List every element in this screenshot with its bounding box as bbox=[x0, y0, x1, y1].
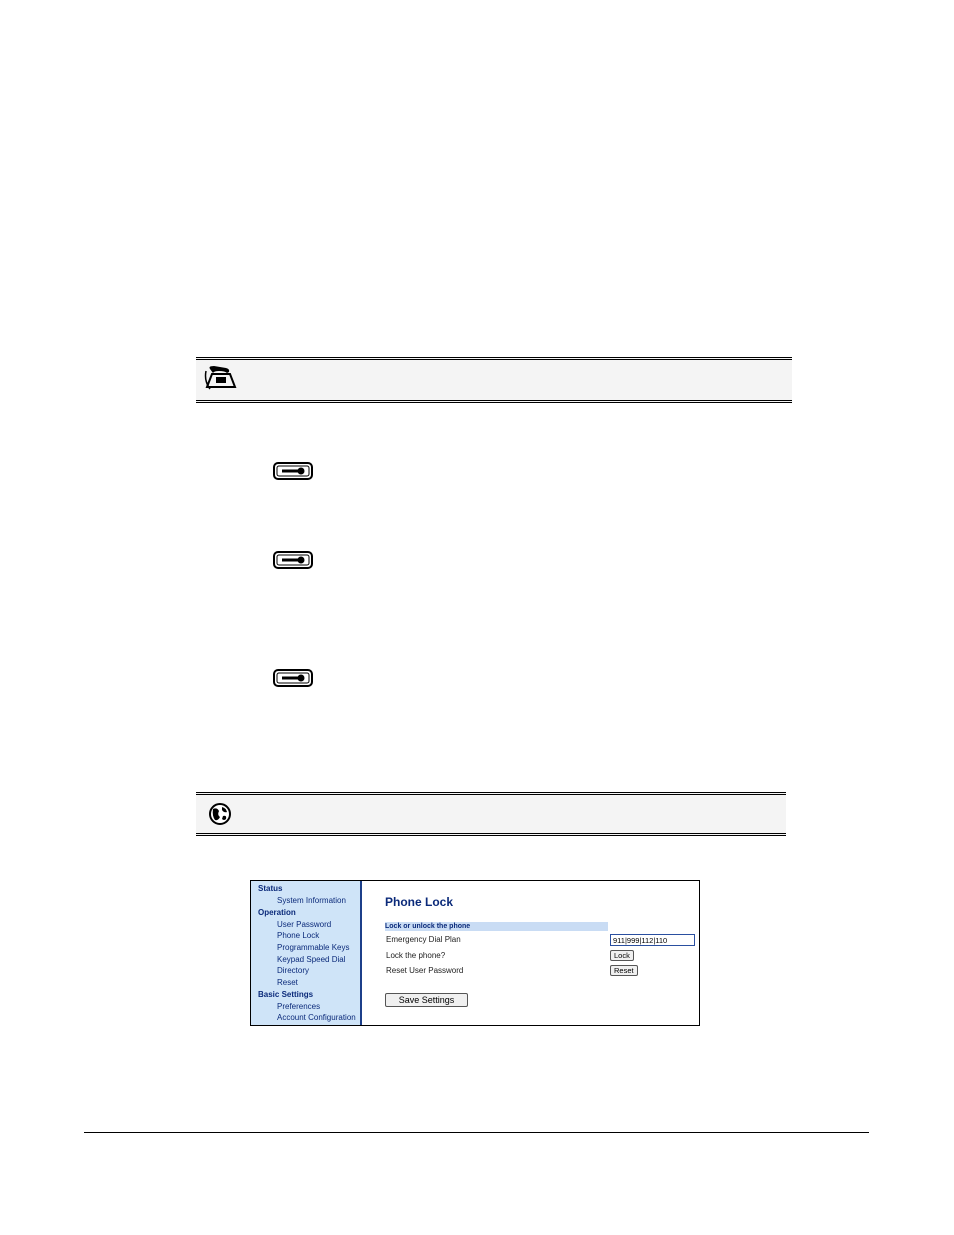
emergency-dial-plan-label: Emergency Dial Plan bbox=[386, 935, 461, 944]
nav-item-user-password[interactable]: User Password bbox=[277, 920, 331, 929]
phone-ui-header-bar bbox=[196, 357, 792, 403]
nav-item-system-information[interactable]: System Information bbox=[277, 896, 346, 905]
nav-item-account-configuration[interactable]: Account Configuration bbox=[277, 1013, 356, 1022]
lock-phone-label: Lock the phone? bbox=[386, 951, 446, 960]
globe-icon bbox=[209, 803, 231, 825]
web-ui-header-bar bbox=[196, 792, 786, 836]
nav-item-programmable-keys[interactable]: Programmable Keys bbox=[277, 943, 349, 952]
telephone-icon bbox=[204, 366, 237, 390]
lock-button[interactable]: Lock bbox=[610, 950, 634, 961]
web-ui-main-panel: Phone Lock Lock or unlock the phone Emer… bbox=[363, 881, 699, 1025]
save-settings-button[interactable]: Save Settings bbox=[385, 993, 468, 1007]
nav-item-directory[interactable]: Directory bbox=[277, 966, 309, 975]
options-key-icon bbox=[273, 669, 313, 687]
nav-item-preferences[interactable]: Preferences bbox=[277, 1002, 320, 1011]
reset-button[interactable]: Reset bbox=[610, 965, 638, 976]
options-key-icon bbox=[273, 462, 313, 480]
section-header: Lock or unlock the phone bbox=[385, 922, 608, 931]
footer-divider bbox=[84, 1132, 869, 1133]
web-ui-sidebar: Status System Information Operation User… bbox=[251, 881, 362, 1025]
options-key-icon bbox=[273, 551, 313, 569]
page-title: Phone Lock bbox=[385, 895, 454, 909]
nav-item-reset[interactable]: Reset bbox=[277, 978, 298, 987]
section-header-label: Lock or unlock the phone bbox=[385, 923, 471, 930]
nav-category-operation[interactable]: Operation bbox=[258, 908, 296, 917]
nav-item-keypad-speed-dial[interactable]: Keypad Speed Dial bbox=[277, 955, 346, 964]
nav-item-phone-lock[interactable]: Phone Lock bbox=[277, 931, 319, 940]
reset-user-password-label: Reset User Password bbox=[386, 966, 464, 975]
nav-category-status[interactable]: Status bbox=[258, 884, 282, 893]
nav-category-basic-settings[interactable]: Basic Settings bbox=[258, 990, 313, 999]
web-ui-screenshot: Status System Information Operation User… bbox=[250, 880, 700, 1026]
emergency-dial-plan-input[interactable]: 911|999|112|110 bbox=[610, 934, 695, 946]
